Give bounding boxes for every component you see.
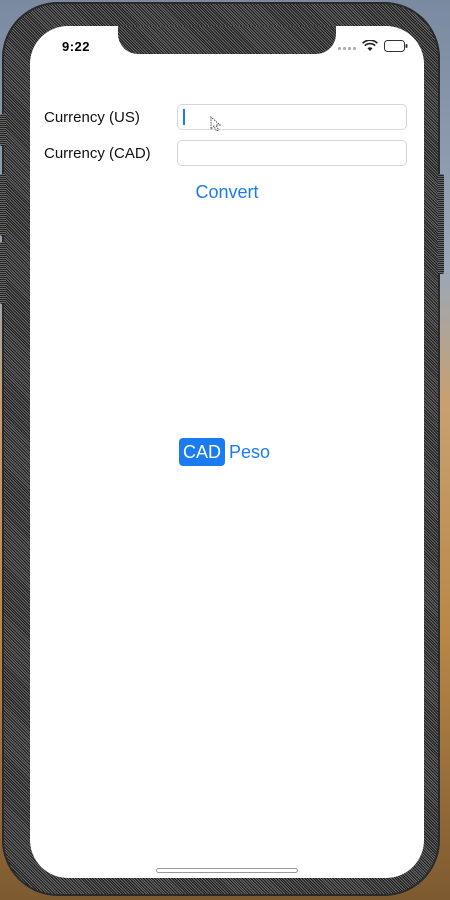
wifi-icon	[362, 40, 378, 52]
text-caret	[183, 109, 185, 125]
segment-cad[interactable]: CAD	[179, 438, 226, 466]
us-currency-label: Currency (US)	[44, 108, 140, 126]
convert-button[interactable]: Convert	[30, 182, 424, 203]
volume-up-button	[0, 174, 6, 236]
notch	[118, 26, 336, 54]
home-indicator[interactable]	[156, 868, 298, 873]
us-currency-row: Currency (US)	[44, 104, 407, 130]
volume-down-button	[0, 242, 6, 304]
app-screen: 9:22 Currency (US) Currency (CAD) Conver…	[30, 26, 424, 878]
cad-currency-input[interactable]	[177, 140, 407, 166]
signal-icon	[338, 42, 356, 50]
power-button	[438, 174, 444, 274]
mouse-pointer-icon	[210, 115, 222, 137]
cad-currency-row: Currency (CAD)	[44, 140, 407, 166]
status-time: 9:22	[62, 39, 91, 54]
battery-icon	[384, 40, 408, 52]
segment-peso[interactable]: Peso	[225, 438, 274, 466]
mute-switch	[0, 114, 6, 146]
phone-frame: 9:22 Currency (US) Currency (CAD) Conver…	[0, 2, 444, 896]
currency-segmented-control: CAD Peso	[179, 438, 274, 466]
cad-currency-label: Currency (CAD)	[44, 144, 151, 162]
status-icons	[338, 40, 408, 52]
